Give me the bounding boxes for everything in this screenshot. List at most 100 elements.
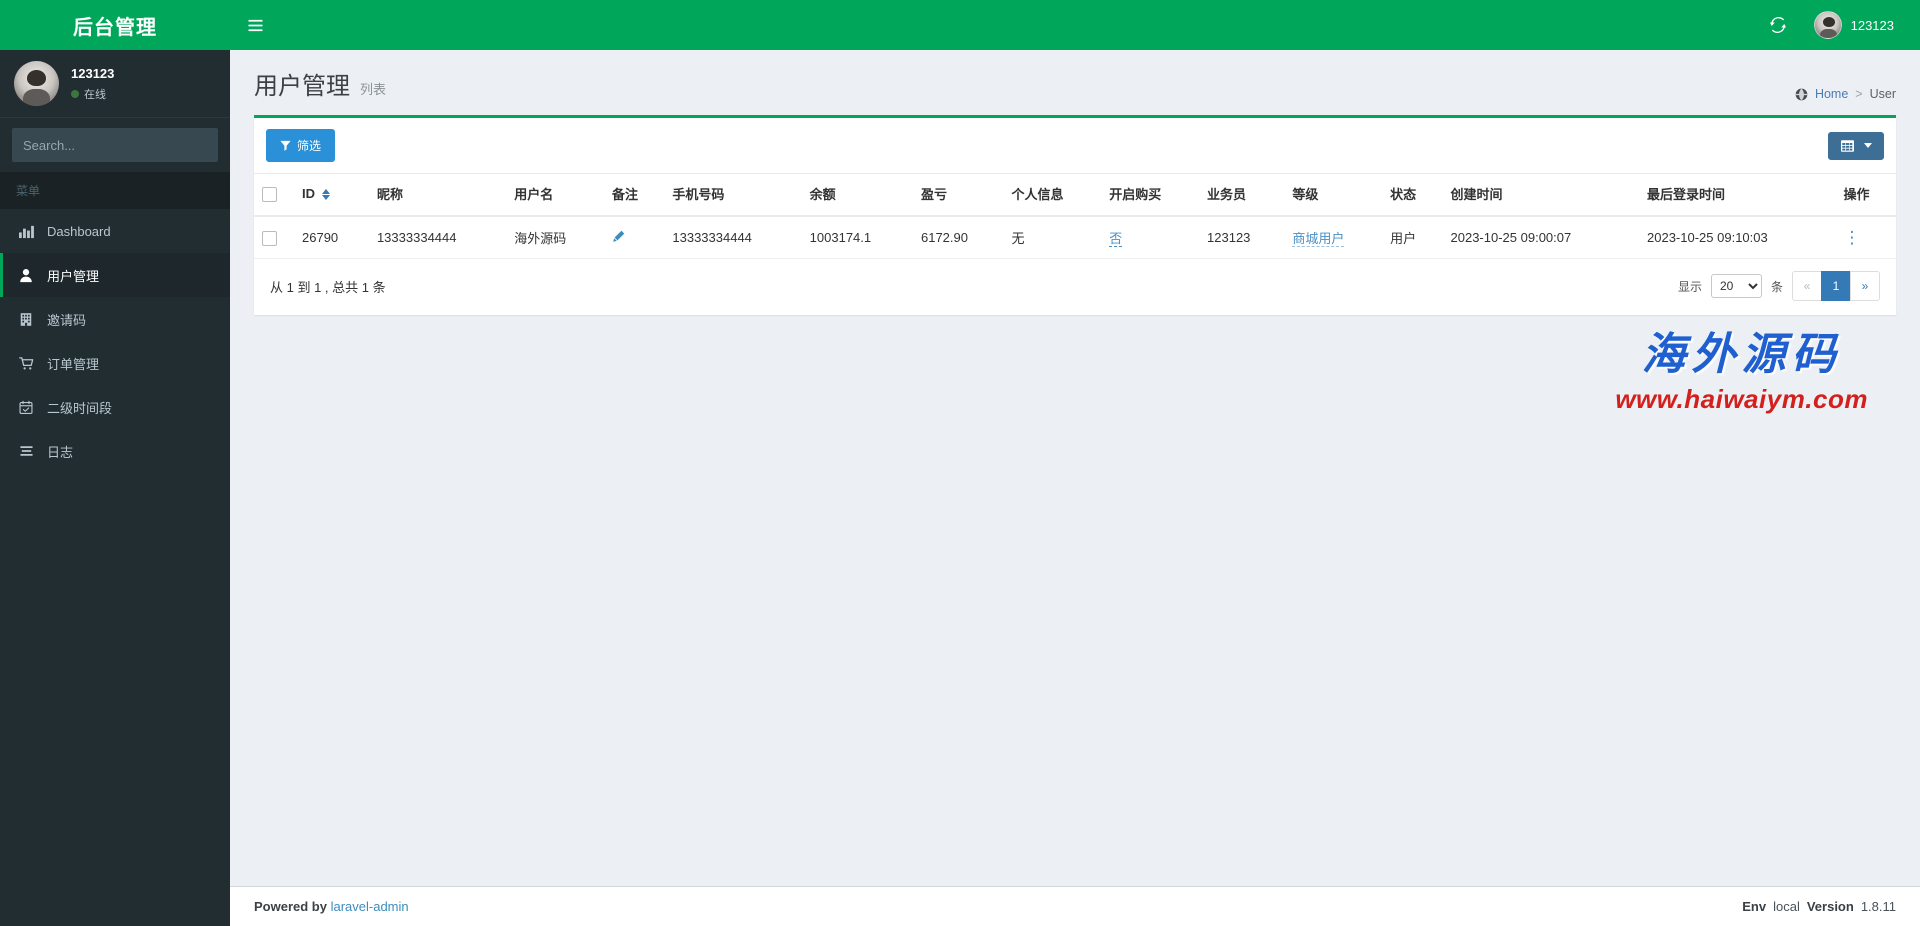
table-footer: 从 1 到 1 , 总共 1 条 显示 20 10 30 50 100 条 « [254, 259, 1896, 315]
content-body: 筛选 ID 昵称 用户名 备注 手机号码 余额 盈亏 个人信息 开启购买 业务员… [230, 115, 1920, 315]
sidebar-item-second-level-time[interactable]: 二级时间段 [0, 385, 230, 429]
column-header-remark: 备注 [604, 173, 665, 217]
online-dot-icon [71, 89, 79, 98]
caret-down-icon [1864, 143, 1872, 148]
topbar-user-menu[interactable]: 123123 [1800, 0, 1902, 50]
sidebar-user-status-label: 在线 [84, 88, 106, 101]
page-title: 用户管理 [254, 73, 350, 100]
sidebar-user-status: 在线 [71, 86, 114, 102]
cell-created-at: 2023-10-25 09:00:07 [1442, 216, 1640, 259]
shopping-cart-icon [19, 356, 37, 371]
cell-status: 用户 [1382, 216, 1443, 259]
cell-level: 商城用户 [1284, 216, 1383, 259]
sidebar-item-label: Dashboard [47, 223, 111, 239]
footer-meta: Env local Version 1.8.11 [1742, 899, 1896, 914]
table-row: 26790 13333334444 海外源码 13333334444 10031… [254, 216, 1896, 259]
pagination-controls: 显示 20 10 30 50 100 条 « 1 » [1678, 271, 1880, 301]
row-select-cell [254, 216, 294, 259]
column-header-actions: 操作 [1835, 173, 1896, 217]
user-icon [19, 268, 37, 283]
sidebar-item-user-management[interactable]: 用户管理 [0, 253, 230, 297]
topbar: 123123 [230, 0, 1920, 50]
refresh-icon [1769, 17, 1786, 33]
select-all-checkbox[interactable] [262, 186, 277, 202]
cell-salesman: 123123 [1199, 216, 1285, 259]
main-area: 123123 用户管理 列表 Home > User 筛选 ID 昵称 用户名 … [230, 0, 1920, 926]
cell-remark [604, 216, 665, 259]
pager-prev[interactable]: « [1792, 271, 1822, 301]
sidebar-item-label: 用户管理 [47, 268, 100, 284]
cell-actions: ⋮ [1835, 216, 1896, 259]
filter-button[interactable]: 筛选 [266, 129, 336, 162]
page-footer: Powered by laravel-admin Env local Versi… [230, 886, 1920, 926]
breadcrumb-separator: > [1855, 87, 1863, 101]
select-all-header [254, 173, 294, 217]
sidebar-search-wrap [0, 118, 230, 172]
brand-title: 后台管理 [73, 16, 157, 39]
level-link[interactable]: 商城用户 [1292, 231, 1345, 247]
cell-balance: 1003174.1 [801, 216, 913, 259]
cell-phone: 13333334444 [664, 216, 802, 259]
calendar-check-icon [19, 400, 37, 415]
avatar [14, 61, 59, 106]
search-input[interactable] [13, 137, 209, 153]
footer-env-label: Env [1742, 899, 1767, 914]
column-header-id[interactable]: ID [294, 173, 369, 217]
per-page-select[interactable]: 20 10 30 50 100 [1710, 274, 1762, 298]
buy-enabled-toggle[interactable]: 否 [1109, 231, 1123, 247]
pager-page-1[interactable]: 1 [1821, 271, 1851, 301]
footer-powered-link[interactable]: laravel-admin [331, 899, 409, 914]
cell-personal-info: 无 [1003, 216, 1102, 259]
sidebar-item-logs[interactable]: 日志 [0, 429, 230, 473]
filter-button-label: 筛选 [297, 139, 322, 153]
sort-icon[interactable] [321, 189, 330, 201]
hamburger-icon [247, 19, 263, 31]
sidebar-search-box [12, 128, 218, 162]
brand-logo[interactable]: 后台管理 [0, 0, 230, 50]
user-table-head: ID 昵称 用户名 备注 手机号码 余额 盈亏 个人信息 开启购买 业务员 等级… [254, 173, 1896, 217]
breadcrumb: Home > User [1795, 87, 1896, 101]
column-selector-button[interactable] [1828, 131, 1884, 160]
refresh-button[interactable] [1756, 0, 1800, 50]
column-header-last-login: 最后登录时间 [1639, 173, 1836, 217]
user-table-card: 筛选 ID 昵称 用户名 备注 手机号码 余额 盈亏 个人信息 开启购买 业务员… [254, 115, 1896, 315]
sidebar-item-label: 二级时间段 [47, 400, 113, 416]
sidebar-item-invite-code[interactable]: 邀请码 [0, 297, 230, 341]
watermark-url: www.haiwaiym.com [1615, 384, 1868, 414]
sidebar-user-info: 123123 在线 [71, 66, 114, 102]
pencil-icon[interactable] [612, 230, 625, 246]
watermark: 海外源码 www.haiwaiym.com [1615, 318, 1868, 415]
footer-powered-by: Powered by laravel-admin [254, 899, 409, 914]
sidebar-menu: Dashboard 用户管理 邀请码 订单管理 二级时间段 日志 [0, 209, 230, 473]
page-title-row: 用户管理 列表 [254, 66, 386, 101]
sidebar-item-dashboard[interactable]: Dashboard [0, 209, 230, 253]
user-table-body: 26790 13333334444 海外源码 13333334444 10031… [254, 216, 1896, 259]
cell-username: 海外源码 [506, 216, 604, 259]
per-page-label: 显示 [1677, 279, 1702, 294]
row-checkbox[interactable] [262, 230, 277, 246]
sidebar-toggle-button[interactable] [230, 0, 280, 50]
topbar-username: 123123 [1850, 17, 1894, 33]
column-header-phone: 手机号码 [664, 173, 802, 217]
building-icon [19, 312, 37, 327]
column-header-buy-enabled: 开启购买 [1101, 173, 1200, 217]
sidebar-item-label: 订单管理 [47, 356, 100, 372]
topbar-right: 123123 [1756, 0, 1920, 50]
breadcrumb-home[interactable]: Home [1815, 87, 1848, 101]
footer-version-value: 1.8.11 [1860, 899, 1896, 914]
sidebar-item-order-management[interactable]: 订单管理 [0, 341, 230, 385]
table-toolbar: 筛选 [254, 118, 1896, 173]
pager-next[interactable]: » [1850, 271, 1880, 301]
sidebar-menu-header: 菜单 [0, 172, 230, 209]
search-button[interactable] [209, 129, 217, 161]
per-page-unit: 条 [1770, 279, 1783, 294]
footer-env-value: local [1773, 899, 1800, 914]
page-subtitle: 列表 [360, 82, 387, 97]
list-icon [19, 444, 37, 458]
footer-powered-label: Powered by [254, 899, 327, 914]
sidebar-item-label: 日志 [47, 444, 74, 460]
column-label: ID [302, 186, 315, 201]
pagination-summary: 从 1 到 1 , 总共 1 条 [270, 279, 386, 295]
cell-last-login: 2023-10-25 09:10:03 [1639, 216, 1836, 259]
vertical-dots-icon[interactable]: ⋮ [1844, 228, 1861, 247]
